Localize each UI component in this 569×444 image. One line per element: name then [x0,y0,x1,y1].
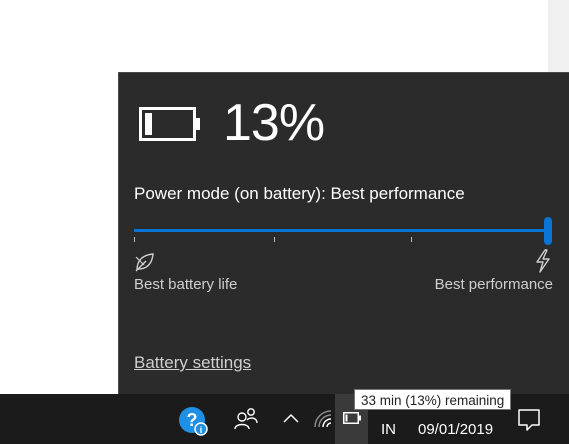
slider-tick [134,237,135,242]
battery-flyout: 13% Power mode (on battery): Best perfor… [118,72,569,394]
battery-tray-icon [343,412,361,424]
best-performance-label: Best performance [434,276,553,293]
clock-date[interactable]: 09/01/2019 [418,421,493,438]
power-mode-slider[interactable] [134,217,554,245]
battery-tooltip: 33 min (13%) remaining [354,389,512,410]
people-icon[interactable] [233,406,259,432]
lightning-icon [536,249,550,273]
wifi-icon[interactable] [312,408,334,430]
slider-tick [274,237,275,242]
leaf-icon [135,253,154,272]
svg-text:i: i [200,425,203,435]
battery-settings-link[interactable]: Battery settings [134,353,251,373]
battery-icon [139,107,200,141]
input-language[interactable]: IN [381,421,396,438]
best-battery-life-label: Best battery life [134,276,238,293]
slider-thumb[interactable] [544,217,552,245]
slider-tick [411,237,412,242]
slider-track[interactable] [134,229,548,232]
notification-icon[interactable] [516,408,542,432]
power-mode-label: Power mode (on battery): Best performanc… [134,184,465,203]
battery-percentage: 13% [223,94,325,152]
chevron-up-icon[interactable] [281,408,301,428]
help-icon[interactable]: ? i [178,406,208,436]
